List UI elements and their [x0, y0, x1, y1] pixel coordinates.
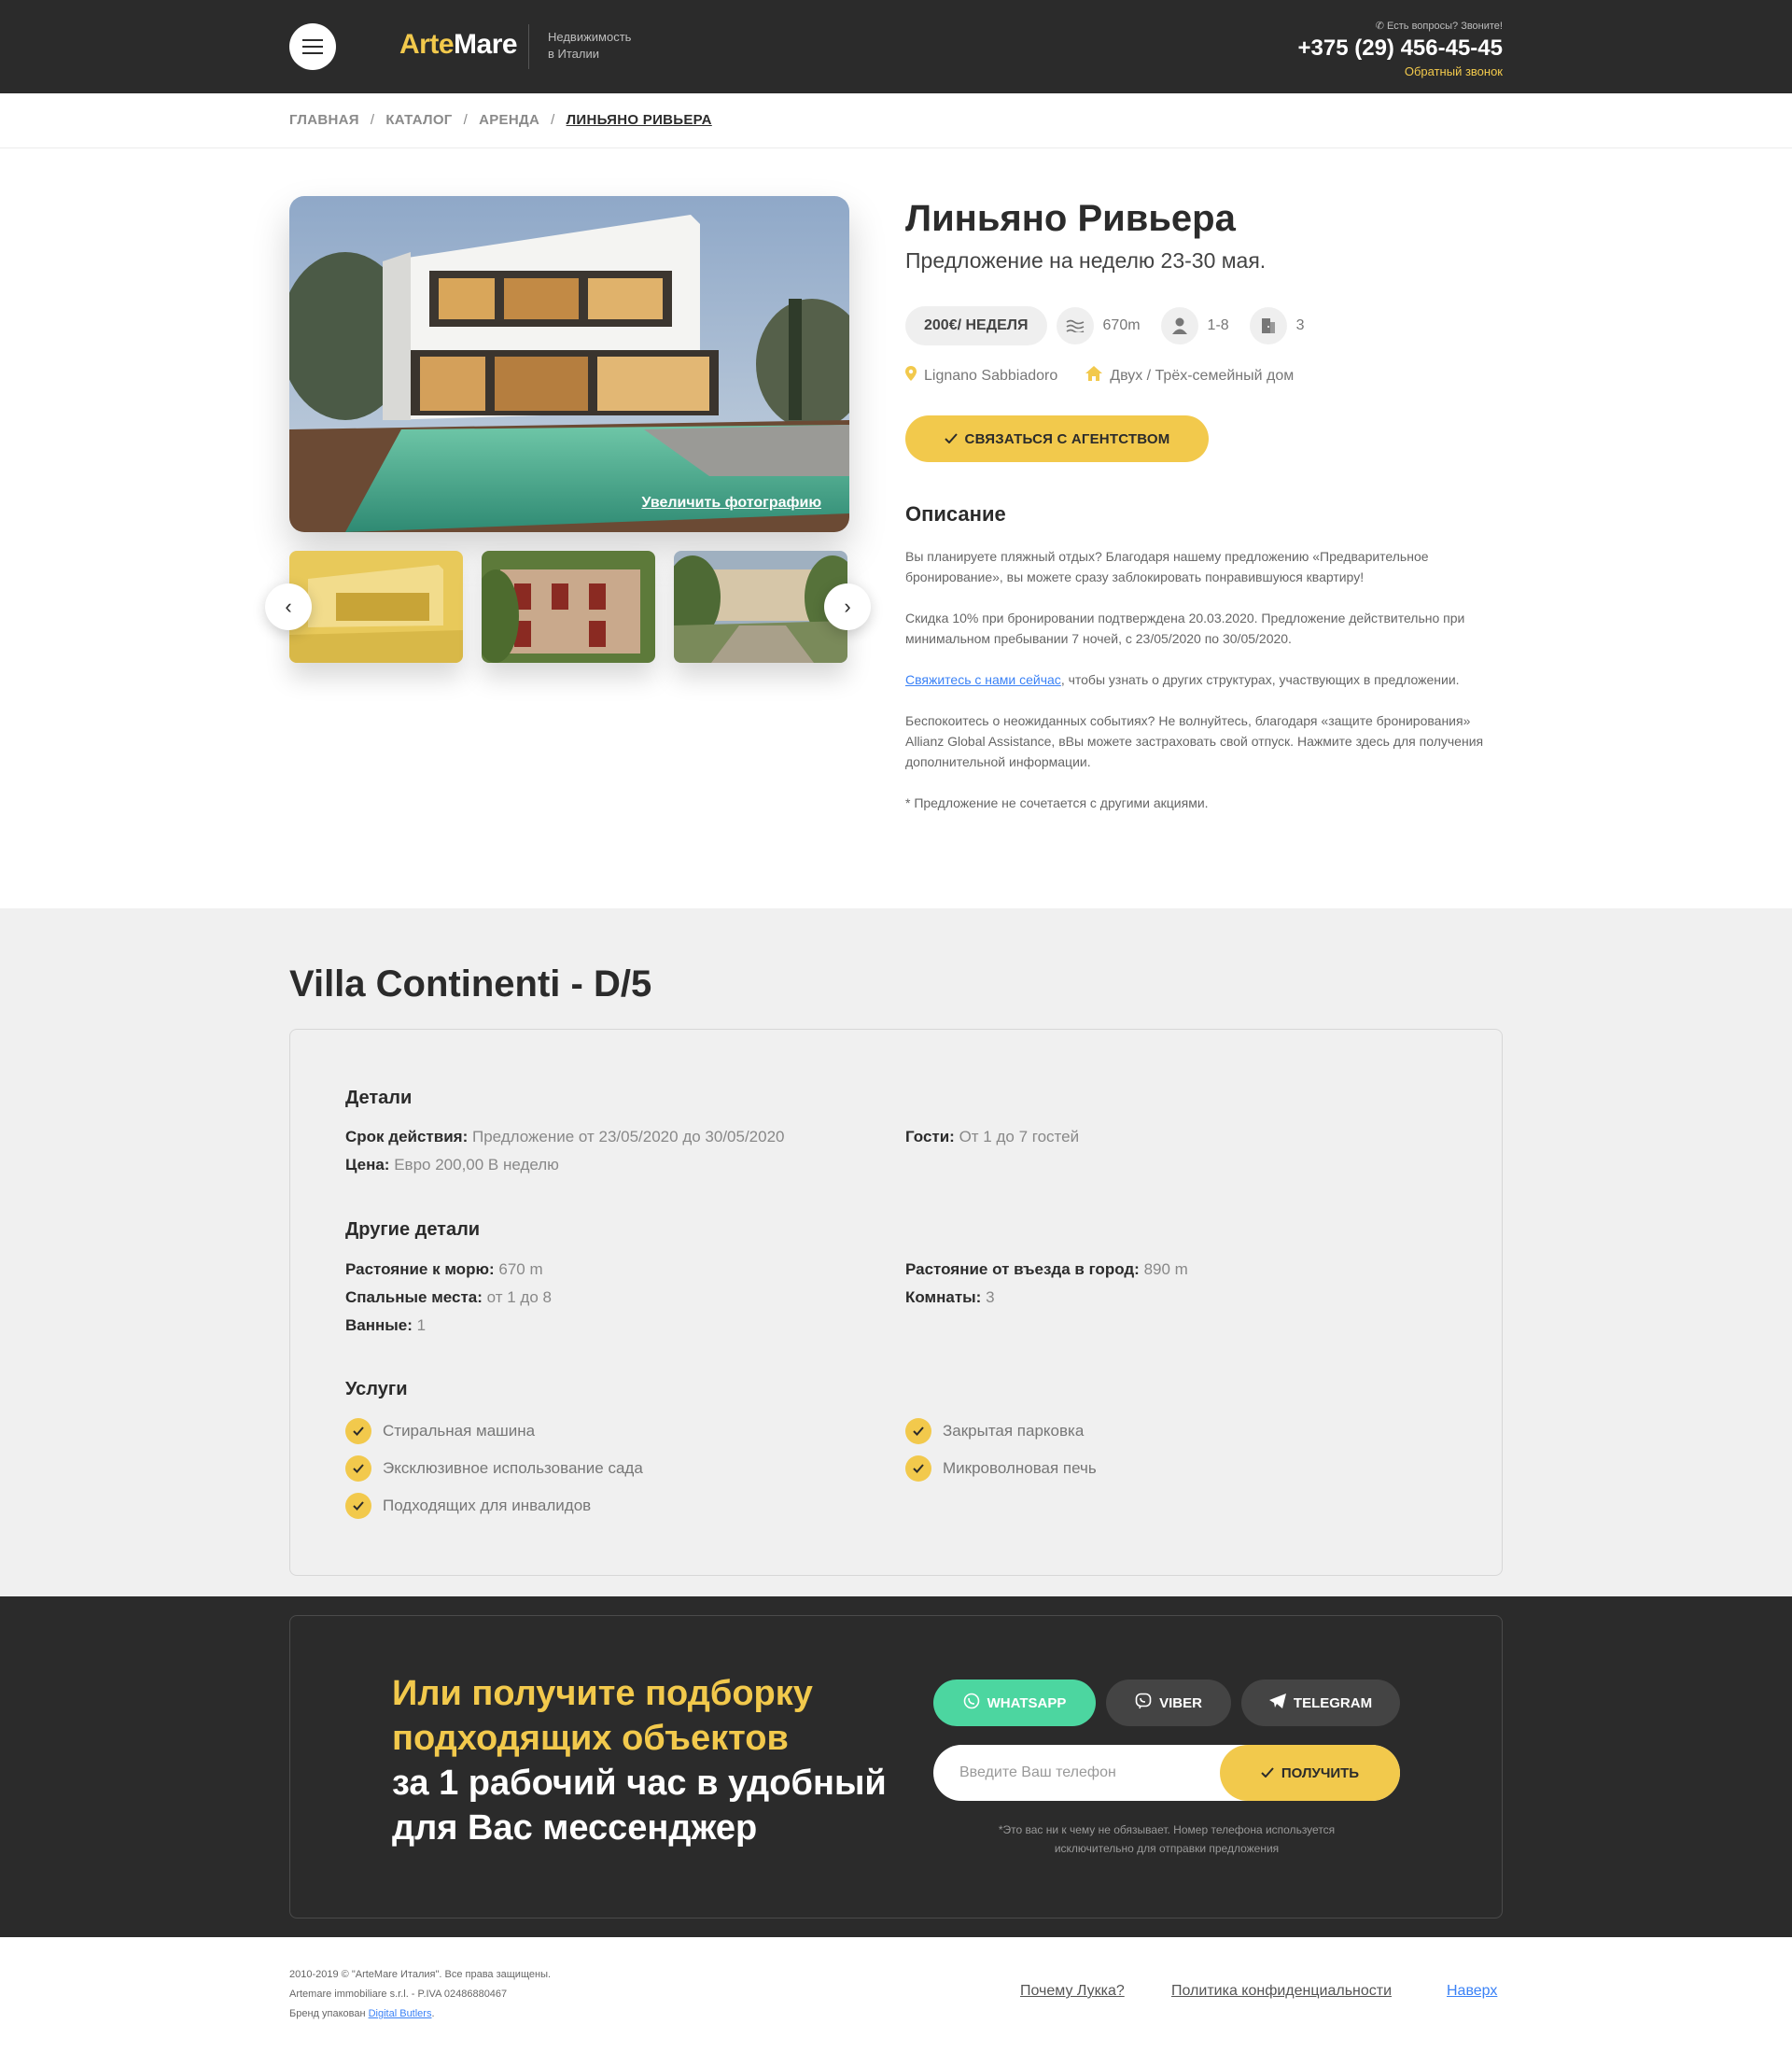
- phone-icon: ✆: [1375, 21, 1388, 32]
- thumbnail-image: [482, 551, 655, 663]
- listing-subtitle: Предложение на неделю 23-30 мая.: [905, 248, 1267, 273]
- service-item: Закрытая парковка: [905, 1418, 1084, 1444]
- service-item: Подходящих для инвалидов: [345, 1493, 591, 1519]
- footer-info: 2010-2019 © "ArteMare Италия". Все права…: [289, 1969, 552, 2019]
- house-icon: [1085, 366, 1103, 386]
- phone-form: ПОЛУЧИТЬ: [933, 1745, 1400, 1801]
- tagline: Недвижимость в Италии: [548, 30, 632, 61]
- menu-button[interactable]: [289, 23, 336, 70]
- city-distance-row: Растояние от въезда в город: 890 m: [905, 1260, 1188, 1278]
- location-text: Lignano Sabbiadoro: [924, 367, 1058, 384]
- callback-link[interactable]: Обратный звонок: [1298, 64, 1503, 78]
- sea-distance: 670m: [1102, 317, 1141, 333]
- site-header: ArteMare Недвижимость в Италии ✆ Есть воп…: [0, 0, 1792, 93]
- check-icon: [345, 1455, 371, 1482]
- thumbnail[interactable]: [482, 551, 655, 663]
- cta-heading: Или получите подборку подходящих объекто…: [392, 1674, 887, 1848]
- check-icon: [345, 1493, 371, 1519]
- listing-title: Линьяно Ривьера: [905, 198, 1236, 239]
- back-to-top-link[interactable]: Наверх: [1447, 1983, 1497, 2000]
- service-item: Эксклюзивное использование сада: [345, 1455, 643, 1482]
- main-photo[interactable]: Увеличить фотографию: [289, 196, 849, 532]
- rooms-count: 3: [1295, 317, 1305, 333]
- baths-row: Ванные: 1: [345, 1316, 427, 1334]
- validity-row: Срок действия: Предложение от 23/05/2020…: [345, 1128, 785, 1145]
- get-button[interactable]: ПОЛУЧИТЬ: [1220, 1745, 1400, 1801]
- details-title: Детали: [345, 1088, 413, 1108]
- disclaimer-note: *Это вас ни к чему не обязывает. Номер т…: [998, 1823, 1336, 1855]
- beds-row: Спальные места: от 1 до 8: [345, 1288, 552, 1306]
- check-icon: [905, 1455, 931, 1482]
- description-title: Описание: [905, 502, 1006, 526]
- thumbnail-image: [289, 551, 463, 663]
- logo-divider: [528, 24, 529, 69]
- chevron-right-icon: ›: [844, 595, 851, 618]
- service-item: Микроволновая печь: [905, 1455, 1097, 1482]
- digital-butlers-link[interactable]: Digital Butlers: [369, 2008, 432, 2019]
- breadcrumb-catalog[interactable]: КАТАЛОГ: [385, 112, 452, 128]
- breadcrumb-current[interactable]: ЛИНЬЯНО РИВЬЕРА: [567, 112, 712, 128]
- location-row: Lignano Sabbiadoro Двух / Трёх-семейный …: [905, 366, 1294, 386]
- zoom-photo-link[interactable]: Увеличить фотографию: [641, 495, 821, 512]
- logo[interactable]: ArteMare: [399, 29, 518, 61]
- whatsapp-button[interactable]: WHATSAPP: [933, 1680, 1096, 1726]
- breadcrumb-home[interactable]: ГЛАВНАЯ: [289, 112, 359, 128]
- header-phone[interactable]: +375 (29) 456-45-45: [1298, 35, 1504, 62]
- viber-icon: [1135, 1693, 1152, 1713]
- services-title: Услуги: [345, 1379, 408, 1399]
- listing-features: 200€/ НЕДЕЛЯ 670m 1-8 3: [905, 306, 1325, 345]
- property-type: Двух / Трёх-семейный дом: [1110, 367, 1295, 384]
- guests-row: Гости: От 1 до 7 гостей: [905, 1128, 1080, 1145]
- contact-agency-button[interactable]: СВЯЗАТЬСЯ С АГЕНТСТВОМ: [905, 415, 1209, 462]
- thumbnail[interactable]: [289, 551, 463, 663]
- person-icon: [1160, 307, 1198, 344]
- check-icon: [944, 431, 958, 447]
- breadcrumb-rent[interactable]: АРЕНДА: [479, 112, 539, 128]
- description: Вы планируете пляжный отдых? Благодаря н…: [905, 549, 1484, 810]
- hamburger-icon: [302, 39, 323, 54]
- villa-photo: [289, 196, 849, 532]
- contact-us-link[interactable]: Свяжитесь с нами сейчас: [905, 672, 1061, 687]
- gallery-next-button[interactable]: ›: [824, 583, 871, 630]
- breadcrumb: ГЛАВНАЯ / КАТАЛОГ / АРЕНДА / ЛИНЬЯНО РИВЬЕРА: [289, 112, 712, 128]
- chevron-left-icon: ‹: [285, 595, 292, 618]
- telegram-button[interactable]: TELEGRAM: [1241, 1680, 1400, 1726]
- check-icon: [1261, 1765, 1274, 1781]
- whatsapp-icon: [963, 1693, 980, 1713]
- why-lucca-link[interactable]: Почему Лукка?: [1020, 1983, 1125, 2000]
- phone-input[interactable]: [959, 1745, 1202, 1801]
- privacy-policy-link[interactable]: Политика конфиденциальности: [1171, 1983, 1392, 2000]
- viber-button[interactable]: VIBER: [1106, 1680, 1231, 1726]
- rooms-row: Комнаты: 3: [905, 1288, 995, 1306]
- price-badge: 200€/ НЕДЕЛЯ: [905, 306, 1047, 345]
- service-item: Стиральная машина: [345, 1418, 535, 1444]
- sea-distance-row: Растояние к морю: 670 m: [345, 1260, 543, 1278]
- gallery-prev-button[interactable]: ‹: [265, 583, 312, 630]
- door-icon: [1249, 307, 1287, 344]
- villa-title: Villa Continenti - D/5: [289, 963, 652, 1005]
- telegram-icon: [1268, 1694, 1286, 1712]
- pin-icon: [905, 366, 917, 386]
- check-icon: [905, 1418, 931, 1444]
- price-row: Цена: Евро 200,00 В неделю: [345, 1156, 559, 1174]
- header-contacts: ✆ Есть вопросы? Звоните! +375 (29) 456-4…: [1298, 20, 1504, 78]
- thumbnail-image: [674, 551, 847, 663]
- sea-icon: [1056, 307, 1094, 344]
- header-question: ✆ Есть вопросы? Звоните!: [1375, 21, 1503, 32]
- thumbnail[interactable]: [674, 551, 847, 663]
- guests-count: 1-8: [1207, 317, 1229, 333]
- check-icon: [345, 1418, 371, 1444]
- other-details-title: Другие детали: [345, 1219, 481, 1240]
